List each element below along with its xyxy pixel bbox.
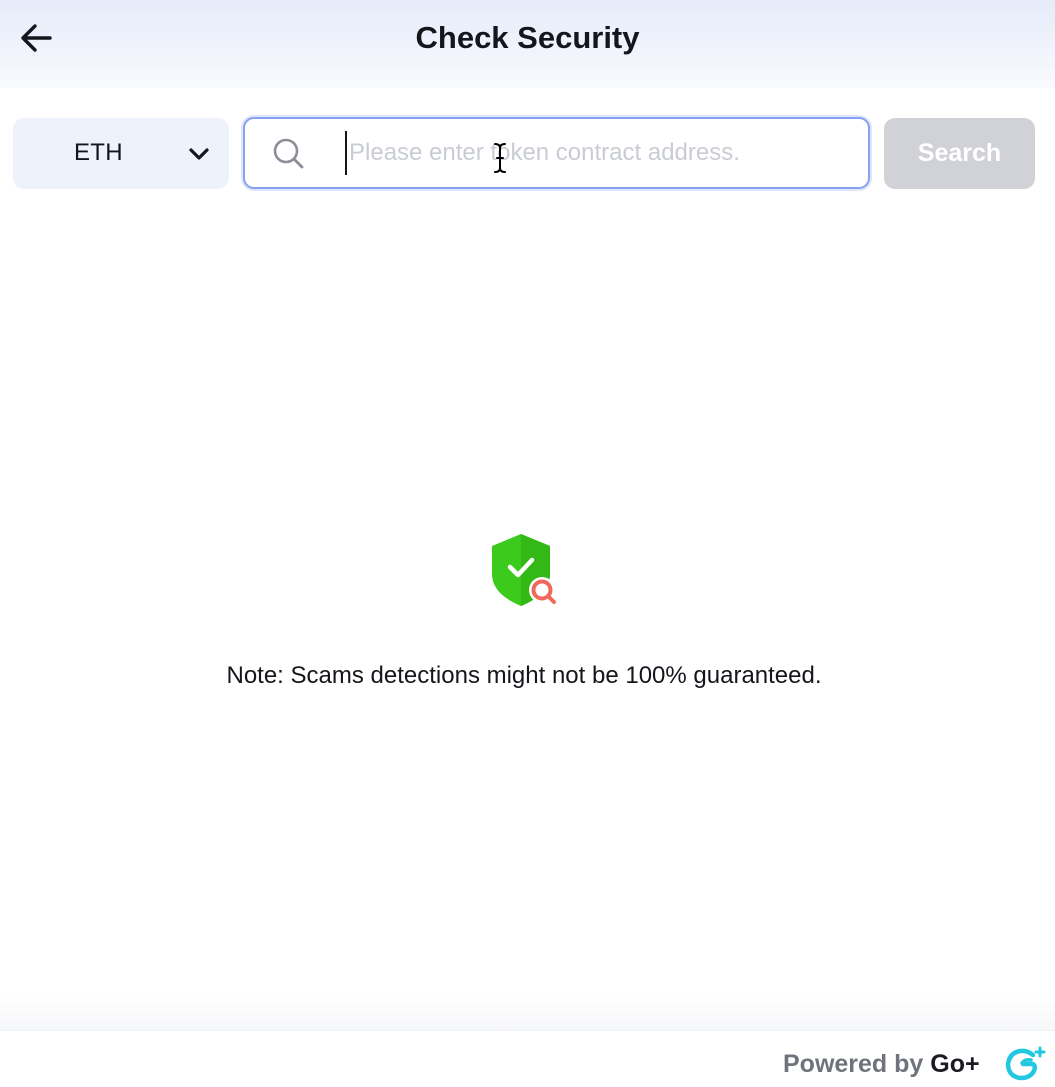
header-bar: Check Security xyxy=(0,0,1055,88)
check-security-page: Check Security ETH Search Note: Scams de… xyxy=(0,0,1055,1087)
powered-by-brand: Go+ xyxy=(930,1050,980,1078)
shield-check-search-icon xyxy=(492,534,556,606)
page-title: Check Security xyxy=(415,20,640,55)
back-button[interactable] xyxy=(14,18,58,58)
powered-by-text: Powered by Go+ xyxy=(783,1048,980,1080)
token-address-input[interactable] xyxy=(345,131,849,175)
search-icon xyxy=(273,138,304,169)
arrow-left-icon xyxy=(21,24,52,52)
powered-by-prefix: Powered by xyxy=(783,1050,931,1078)
chain-select-dropdown[interactable]: ETH xyxy=(13,118,229,189)
search-field[interactable] xyxy=(243,117,870,189)
disclaimer-note: Note: Scams detections might not be 100%… xyxy=(226,662,822,689)
footer-divider xyxy=(0,1030,1055,1031)
chain-select-value: ETH xyxy=(74,139,123,166)
chevron-down-icon xyxy=(189,148,209,160)
goplus-logo-icon xyxy=(1005,1046,1046,1081)
search-button[interactable]: Search xyxy=(884,118,1035,189)
footer-fade xyxy=(0,996,1055,1030)
